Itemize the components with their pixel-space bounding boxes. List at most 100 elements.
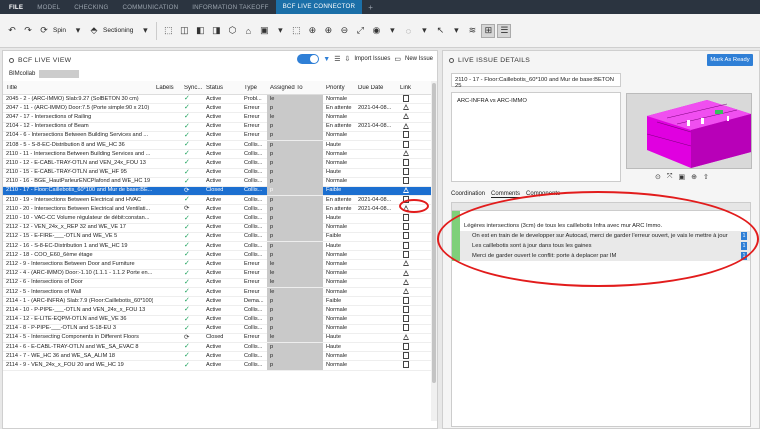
cube-iso-icon[interactable]: ⬡ xyxy=(225,24,239,38)
link-cell[interactable] xyxy=(393,269,415,278)
column-header-status[interactable]: Status xyxy=(203,85,241,91)
warning-icon[interactable] xyxy=(402,113,409,120)
link-cell[interactable] xyxy=(393,223,415,232)
warning-icon[interactable] xyxy=(402,186,409,193)
menu-item-information-takeoff[interactable]: INFORMATION TAKEOFF xyxy=(185,4,275,11)
chevron-down-icon[interactable]: ▾ xyxy=(449,24,463,38)
document-icon[interactable] xyxy=(402,351,409,359)
mark-as-ready-button[interactable]: Mark As Ready xyxy=(707,54,753,66)
document-icon[interactable] xyxy=(402,296,409,304)
chevron-down-icon[interactable]: ▾ xyxy=(417,24,431,38)
menu-item-file[interactable]: FILE xyxy=(0,4,30,11)
link-cell[interactable] xyxy=(393,158,415,168)
menu-item-bcf-live-connector[interactable]: BCF LIVE CONNECTOR xyxy=(275,0,363,14)
document-icon[interactable] xyxy=(402,241,409,249)
link-cell[interactable] xyxy=(393,288,415,297)
new-issue-icon[interactable]: ▭ xyxy=(394,55,401,63)
link-cell[interactable] xyxy=(393,186,415,195)
link-cell[interactable] xyxy=(393,361,415,370)
link-cell[interactable] xyxy=(393,168,415,177)
chevron-down-icon[interactable]: ▾ xyxy=(138,24,152,38)
warning-icon[interactable] xyxy=(402,260,409,267)
warning-icon[interactable] xyxy=(402,278,409,285)
document-icon[interactable] xyxy=(402,315,409,323)
cube-icon[interactable]: ⬚ xyxy=(161,24,175,38)
document-icon[interactable] xyxy=(402,94,409,102)
document-icon[interactable] xyxy=(402,214,409,222)
column-header-priority[interactable]: Priority xyxy=(323,85,355,91)
list-icon[interactable]: ☰ xyxy=(334,55,340,63)
column-header-due-date[interactable]: Due Date xyxy=(355,85,393,91)
document-icon[interactable] xyxy=(402,324,409,332)
document-icon[interactable] xyxy=(402,305,409,313)
link-cell[interactable] xyxy=(393,333,415,342)
scrollbar[interactable] xyxy=(431,81,437,421)
zoom-in-icon[interactable]: ⊕ xyxy=(321,24,335,38)
warning-icon[interactable] xyxy=(402,269,409,276)
warning-icon[interactable] xyxy=(402,104,409,111)
import-icon[interactable]: ⇩ xyxy=(344,55,350,63)
stack-icon[interactable]: ☰ xyxy=(497,23,512,38)
expand-icon[interactable]: ⤧ xyxy=(667,173,673,181)
live-toggle[interactable] xyxy=(297,54,320,64)
link-cell[interactable] xyxy=(393,351,415,361)
document-icon[interactable] xyxy=(402,250,409,258)
issue-title-field[interactable]: 2110 - 17 - Floor:Caillebotis_60*100 and… xyxy=(451,73,621,89)
zoom-in-icon[interactable]: ⊕ xyxy=(691,173,697,181)
cube-side-icon[interactable]: ◨ xyxy=(209,24,223,38)
scrollbar-thumb[interactable] xyxy=(432,83,436,383)
chevron-down-icon[interactable]: ▾ xyxy=(273,24,287,38)
sectioning-label[interactable]: Sectioning xyxy=(103,27,133,34)
column-header-labels[interactable]: Labels xyxy=(153,85,181,91)
fit-icon[interactable]: ⤢ xyxy=(353,24,367,38)
cube-front-icon[interactable]: ◫ xyxy=(177,24,191,38)
link-cell[interactable] xyxy=(393,250,415,260)
document-icon[interactable] xyxy=(402,232,409,240)
document-icon[interactable] xyxy=(402,361,409,369)
link-cell[interactable] xyxy=(393,260,415,269)
document-icon[interactable] xyxy=(402,177,409,185)
menu-item--[interactable]: + xyxy=(362,3,379,12)
bounding-box-icon[interactable]: ⬚ xyxy=(289,24,303,38)
menu-item-model[interactable]: MODEL xyxy=(30,4,67,11)
document-icon[interactable] xyxy=(402,168,409,176)
menu-item-checking[interactable]: CHECKING xyxy=(67,4,115,11)
link-cell[interactable] xyxy=(393,122,415,131)
viewpoint-snapshot[interactable] xyxy=(626,93,752,169)
document-icon[interactable] xyxy=(402,158,409,166)
document-icon[interactable] xyxy=(402,223,409,231)
layers-icon[interactable]: ≋ xyxy=(465,24,479,38)
link-cell[interactable] xyxy=(393,214,415,223)
link-cell[interactable] xyxy=(393,104,415,113)
zoom-fit-icon[interactable]: ⊙ xyxy=(655,173,661,181)
link-cell[interactable] xyxy=(393,113,415,122)
table-row[interactable]: 2114 - 9 - VEN_24x_x_FOU 20 and WE_HC 19… xyxy=(3,361,437,371)
warning-icon[interactable] xyxy=(402,333,409,340)
tab-coordination[interactable]: Coordination xyxy=(451,191,485,198)
link-cell[interactable] xyxy=(393,278,415,287)
import-issues-button[interactable]: Import Issues xyxy=(354,56,390,62)
document-icon[interactable] xyxy=(402,131,409,139)
link-cell[interactable] xyxy=(393,94,415,104)
link-cell[interactable] xyxy=(393,324,415,333)
redo-icon[interactable]: ↷ xyxy=(21,24,35,38)
image-icon[interactable]: ▣ xyxy=(678,173,685,181)
link-cell[interactable] xyxy=(393,131,415,140)
column-header-type[interactable]: Type xyxy=(241,85,267,91)
link-cell[interactable] xyxy=(393,140,415,150)
link-cell[interactable] xyxy=(393,177,415,186)
column-header-title[interactable]: Title xyxy=(3,85,153,91)
warning-icon[interactable] xyxy=(402,122,409,129)
sectioning-icon[interactable]: ⬘ xyxy=(87,24,101,38)
cube-top-icon[interactable]: ◧ xyxy=(193,24,207,38)
issue-description-field[interactable]: ARC-INFRA vs ARC-IMMO xyxy=(451,92,621,182)
zoom-out-icon[interactable]: ⊖ xyxy=(337,24,351,38)
column-header-assigned-to[interactable]: Assigned To xyxy=(267,85,323,91)
document-icon[interactable] xyxy=(402,342,409,350)
box-icon[interactable]: ▣ xyxy=(257,24,271,38)
orbit-icon[interactable]: ⟳ xyxy=(37,24,51,38)
pointer-icon[interactable]: ↖ xyxy=(433,24,447,38)
zoom-search-icon[interactable]: ⊕ xyxy=(305,24,319,38)
menu-item-communication[interactable]: COMMUNICATION xyxy=(116,4,186,11)
chevron-down-icon[interactable]: ▾ xyxy=(385,24,399,38)
